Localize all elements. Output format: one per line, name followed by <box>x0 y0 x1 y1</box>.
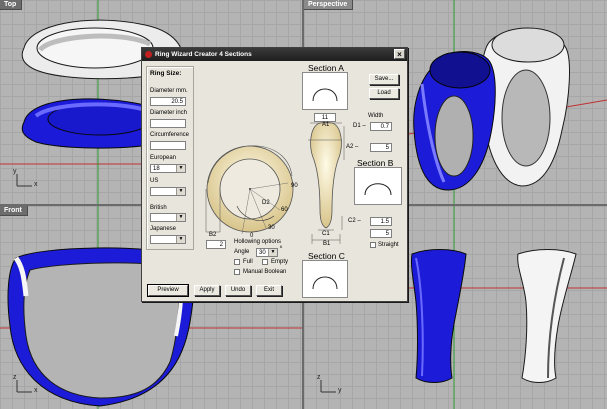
dialog-titlebar[interactable]: Ring Wizard Creator 4 Sections × <box>142 48 407 61</box>
angle-label: Angle <box>234 249 250 255</box>
empty-label: Empty <box>271 259 289 265</box>
b1-label: B1 <box>323 241 331 247</box>
load-button[interactable]: Load <box>369 88 399 99</box>
angle-60-label: 60 <box>281 207 288 213</box>
angle-select[interactable]: 30 ▼ <box>256 248 278 257</box>
angle-90-label: 90 <box>291 183 298 189</box>
degree-sign: º <box>280 246 283 252</box>
a2-label: A2 – <box>346 144 359 150</box>
section-a-preview[interactable] <box>302 72 348 110</box>
c2-label: C2 – <box>348 218 361 224</box>
straight-checkbox[interactable] <box>370 242 376 248</box>
full-label: Full <box>243 259 253 265</box>
chevron-down-icon[interactable]: ▼ <box>176 165 185 172</box>
apply-button[interactable]: Apply <box>194 285 220 296</box>
circumference-label: Circumference <box>150 132 190 138</box>
undo-button[interactable]: Undo <box>225 285 251 296</box>
manual-boolean-label: Manual Boolean <box>243 269 287 275</box>
european-value: 18 <box>153 166 160 172</box>
d1-label: D1 – <box>353 123 366 129</box>
full-checkbox[interactable] <box>234 259 240 265</box>
d2-label: D2 <box>262 200 270 206</box>
b2-field[interactable]: 2 <box>206 240 226 249</box>
exit-button[interactable]: Exit <box>256 285 282 296</box>
diameter-mm-field[interactable]: 20.5 <box>150 97 186 106</box>
straight-label: Straight <box>378 242 399 248</box>
circumference-field[interactable] <box>150 141 186 150</box>
width-label: Width <box>368 113 384 119</box>
section-c-preview[interactable] <box>302 260 348 298</box>
european-select[interactable]: 18 ▼ <box>150 164 186 173</box>
axis-z-label: z <box>317 374 321 381</box>
us-select[interactable]: ▼ <box>150 187 186 196</box>
axis-z-label: z <box>13 374 17 381</box>
preview-button[interactable]: Preview <box>147 284 189 297</box>
c2-field[interactable]: 1.5 <box>370 217 392 226</box>
section-c-profile-icon <box>312 276 338 290</box>
viewport-title[interactable]: Top <box>0 0 23 10</box>
c1-field[interactable]: 5 <box>370 229 392 238</box>
axis-y-label: y <box>338 387 342 394</box>
axis-x-label: x <box>34 387 38 394</box>
a1-field[interactable]: 11 <box>314 113 336 122</box>
viewport-title[interactable]: Perspective <box>304 0 354 10</box>
diameter-mm-label: Diameter mm. <box>150 88 188 94</box>
app-icon <box>145 51 152 58</box>
a2-field[interactable]: 5 <box>370 143 392 152</box>
chevron-down-icon[interactable]: ▼ <box>176 214 185 221</box>
dialog-title: Ring Wizard Creator 4 Sections <box>155 51 252 58</box>
hollowing-options-label: Hollowing options <box>234 239 282 245</box>
empty-checkbox[interactable] <box>262 259 268 265</box>
axis-y-label: y <box>13 168 17 175</box>
angle-30-label: 30 <box>268 225 275 231</box>
section-b-preview[interactable] <box>354 167 402 205</box>
angle-value: 30 <box>259 250 266 256</box>
diameter-inch-field[interactable] <box>150 119 186 128</box>
chevron-down-icon[interactable]: ▼ <box>176 188 185 195</box>
section-a-profile-icon <box>312 88 338 102</box>
british-label: British <box>150 205 167 211</box>
chevron-down-icon[interactable]: ▼ <box>176 236 185 243</box>
japanese-label: Japanese <box>150 226 177 232</box>
us-label: US <box>150 178 159 184</box>
british-select[interactable]: ▼ <box>150 213 186 222</box>
viewport-title[interactable]: Front <box>0 206 28 216</box>
axis-x-label: x <box>34 181 38 188</box>
japanese-select[interactable]: ▼ <box>150 235 186 244</box>
diameter-inch-label: Diameter inch <box>150 110 188 116</box>
close-button[interactable]: × <box>394 49 405 59</box>
chevron-down-icon[interactable]: ▼ <box>268 249 277 256</box>
ring-size-heading: Ring Size: <box>150 70 182 77</box>
ring-wizard-dialog: Ring Wizard Creator 4 Sections × Ring Si… <box>141 47 408 302</box>
c1-label: C1 <box>322 231 330 237</box>
section-b-profile-icon <box>364 183 392 196</box>
a1-label: A1 <box>322 122 330 128</box>
d1-field[interactable]: 0.7 <box>370 122 392 131</box>
b2-label: B2 <box>209 232 217 238</box>
european-label: European <box>150 155 177 161</box>
save-button[interactable]: Save... <box>369 74 399 85</box>
manual-boolean-checkbox[interactable] <box>234 269 240 275</box>
